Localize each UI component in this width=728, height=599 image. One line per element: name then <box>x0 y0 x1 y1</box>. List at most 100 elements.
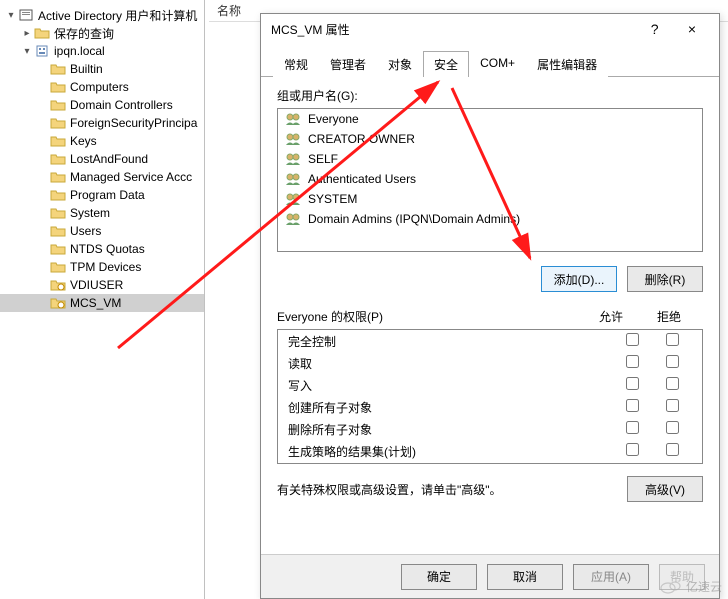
tab-strip: 常规管理者对象安全COM+属性编辑器 <box>261 50 719 77</box>
folder-icon <box>50 169 66 185</box>
permission-row: 完全控制 <box>278 330 702 352</box>
tree-node[interactable]: NTDS Quotas <box>0 240 204 258</box>
tree-node-label: Builtin <box>70 62 103 76</box>
tree-node[interactable]: Managed Service Accc <box>0 168 204 186</box>
spacer <box>36 62 50 76</box>
tree-node-label: Computers <box>70 80 129 94</box>
group-icon <box>284 191 304 207</box>
deny-checkbox[interactable] <box>666 355 679 368</box>
principal-label: Authenticated Users <box>308 172 416 186</box>
folder-icon <box>50 97 66 113</box>
apply-button[interactable]: 应用(A) <box>573 564 649 590</box>
allow-checkbox[interactable] <box>626 355 639 368</box>
tree-view[interactable]: ▾ Active Directory 用户和计算机 ▸ 保存的查询 ▾ ipqn… <box>0 0 205 599</box>
tree-node[interactable]: TPM Devices <box>0 258 204 276</box>
principal-item[interactable]: Authenticated Users <box>278 169 702 189</box>
properties-dialog: MCS_VM 属性 ? × 常规管理者对象安全COM+属性编辑器 组或用户名(G… <box>260 13 720 599</box>
permission-row: 创建所有子对象 <box>278 396 702 418</box>
spacer <box>36 278 50 292</box>
permission-name: 写入 <box>288 377 612 394</box>
tree-label: ipqn.local <box>54 44 105 58</box>
tree-node-label: Managed Service Accc <box>70 170 192 184</box>
permission-name: 生成策略的结果集(计划) <box>288 443 612 460</box>
tree-saved-queries[interactable]: ▸ 保存的查询 <box>0 24 204 42</box>
folder-icon <box>50 241 66 257</box>
tab[interactable]: 常规 <box>273 51 319 77</box>
permissions-list[interactable]: 完全控制读取写入创建所有子对象删除所有子对象生成策略的结果集(计划) <box>277 329 703 464</box>
deny-checkbox[interactable] <box>666 333 679 346</box>
watermark-text: 亿速云 <box>686 578 722 595</box>
permission-name: 创建所有子对象 <box>288 399 612 416</box>
directory-icon <box>18 7 34 23</box>
tab[interactable]: 安全 <box>423 51 469 77</box>
spacer <box>36 170 50 184</box>
spacer <box>36 80 50 94</box>
principals-listbox[interactable]: EveryoneCREATOR OWNERSELF Authenticated U… <box>277 108 703 252</box>
ou-icon <box>50 277 66 293</box>
folder-icon <box>50 259 66 275</box>
tree-node[interactable]: Builtin <box>0 60 204 78</box>
add-button[interactable]: 添加(D)... <box>541 266 617 292</box>
close-button[interactable]: × <box>675 21 709 37</box>
allow-checkbox[interactable] <box>626 399 639 412</box>
advanced-text: 有关特殊权限或高级设置，请单击"高级"。 <box>277 481 627 498</box>
deny-checkbox[interactable] <box>666 421 679 434</box>
tab[interactable]: COM+ <box>469 51 526 77</box>
spacer <box>36 242 50 256</box>
watermark: 亿速云 <box>660 578 722 595</box>
tree-node[interactable]: Domain Controllers <box>0 96 204 114</box>
spacer <box>36 260 50 274</box>
permission-row: 删除所有子对象 <box>278 418 702 440</box>
tab-body-security: 组或用户名(G): EveryoneCREATOR OWNERSELF Authe… <box>261 77 719 512</box>
tree-node[interactable]: MCS_VM <box>0 294 204 312</box>
allow-checkbox[interactable] <box>626 377 639 390</box>
tree-node-label: LostAndFound <box>70 152 148 166</box>
spacer <box>36 296 50 310</box>
spacer <box>36 98 50 112</box>
group-icon <box>284 111 304 127</box>
help-button[interactable]: ? <box>638 21 672 37</box>
permission-row: 读取 <box>278 352 702 374</box>
spacer <box>36 134 50 148</box>
tab[interactable]: 管理者 <box>319 51 377 77</box>
principal-label: SYSTEM <box>308 192 357 206</box>
deny-checkbox[interactable] <box>666 377 679 390</box>
permission-name: 删除所有子对象 <box>288 421 612 438</box>
tree-node[interactable]: System <box>0 204 204 222</box>
remove-button[interactable]: 删除(R) <box>627 266 703 292</box>
spacer <box>36 152 50 166</box>
tab[interactable]: 属性编辑器 <box>526 51 608 77</box>
tree-node-label: VDIUSER <box>70 278 123 292</box>
folder-icon <box>50 187 66 203</box>
tree-domain[interactable]: ▾ ipqn.local <box>0 42 204 60</box>
tree-node-label: Keys <box>70 134 97 148</box>
chevron-right-icon[interactable]: ▸ <box>20 26 34 40</box>
permission-name: 读取 <box>288 355 612 372</box>
ok-button[interactable]: 确定 <box>401 564 477 590</box>
tab[interactable]: 对象 <box>377 51 423 77</box>
chevron-down-icon[interactable]: ▾ <box>4 8 18 22</box>
tree-node[interactable]: LostAndFound <box>0 150 204 168</box>
advanced-button[interactable]: 高级(V) <box>627 476 703 502</box>
tree-node[interactable]: VDIUSER <box>0 276 204 294</box>
deny-checkbox[interactable] <box>666 399 679 412</box>
allow-checkbox[interactable] <box>626 333 639 346</box>
tree-node[interactable]: ForeignSecurityPrincipa <box>0 114 204 132</box>
tree-node[interactable]: Users <box>0 222 204 240</box>
principal-item[interactable]: Domain Admins (IPQN\Domain Admins) <box>278 209 702 229</box>
tree-node[interactable]: Program Data <box>0 186 204 204</box>
principal-item[interactable]: SYSTEM <box>278 189 702 209</box>
chevron-down-icon[interactable]: ▾ <box>20 44 34 58</box>
folder-icon <box>50 223 66 239</box>
principal-item[interactable]: SELF <box>278 149 702 169</box>
principal-item[interactable]: CREATOR OWNER <box>278 129 702 149</box>
group-label: 组或用户名(G): <box>277 87 703 104</box>
tree-node[interactable]: Keys <box>0 132 204 150</box>
tree-root[interactable]: ▾ Active Directory 用户和计算机 <box>0 6 204 24</box>
allow-checkbox[interactable] <box>626 443 639 456</box>
tree-node[interactable]: Computers <box>0 78 204 96</box>
allow-checkbox[interactable] <box>626 421 639 434</box>
cancel-button[interactable]: 取消 <box>487 564 563 590</box>
deny-checkbox[interactable] <box>666 443 679 456</box>
principal-item[interactable]: Everyone <box>278 109 702 129</box>
